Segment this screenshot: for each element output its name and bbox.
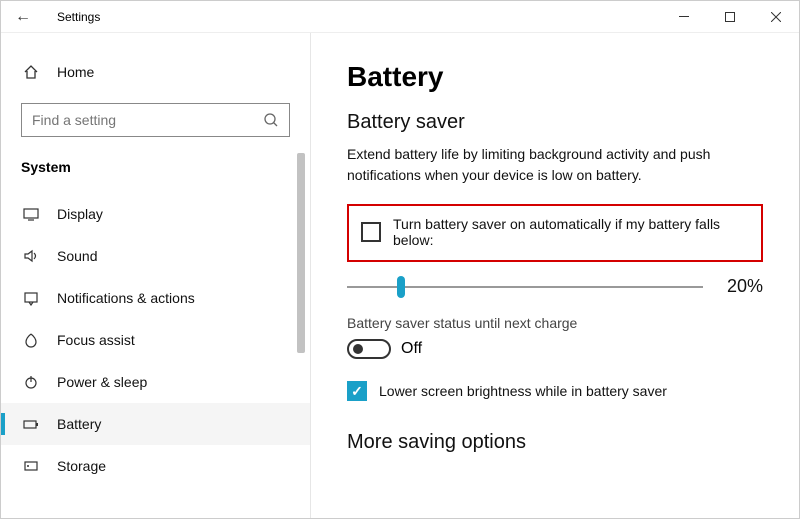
search-icon	[263, 112, 279, 128]
sidebar-item-power-sleep[interactable]: Power & sleep	[1, 361, 310, 403]
section-title: Battery saver	[347, 111, 763, 134]
brightness-label: Lower screen brightness while in battery…	[379, 383, 667, 399]
display-icon	[21, 206, 41, 222]
status-toggle[interactable]	[347, 339, 391, 359]
window-buttons	[661, 1, 799, 33]
sidebar-item-battery[interactable]: Battery	[1, 403, 310, 445]
sidebar-item-label: Battery	[57, 416, 101, 432]
maximize-button[interactable]	[707, 1, 753, 33]
brightness-checkbox[interactable]: ✓	[347, 381, 367, 401]
brightness-option: ✓ Lower screen brightness while in batte…	[347, 381, 763, 401]
sidebar-item-focus-assist[interactable]: Focus assist	[1, 319, 310, 361]
sidebar-item-notifications[interactable]: Notifications & actions	[1, 277, 310, 319]
threshold-slider-row: 20%	[347, 276, 763, 297]
battery-icon	[21, 416, 41, 432]
status-toggle-row: Off	[347, 339, 763, 359]
toggle-label: Off	[401, 340, 422, 358]
threshold-slider[interactable]	[347, 277, 703, 297]
sidebar-item-sound[interactable]: Sound	[1, 235, 310, 277]
sidebar-item-label: Notifications & actions	[57, 290, 195, 306]
auto-saver-option: Turn battery saver on automatically if m…	[347, 204, 763, 262]
main-panel: Battery Battery saver Extend battery lif…	[311, 33, 799, 518]
sidebar-item-label: Display	[57, 206, 103, 222]
sidebar: Home System Display Sound Notifications …	[1, 33, 311, 518]
sidebar-item-label: Storage	[57, 458, 106, 474]
close-button[interactable]	[753, 1, 799, 33]
sidebar-home[interactable]: Home	[1, 51, 310, 93]
home-icon	[21, 64, 41, 80]
app-title: Settings	[57, 10, 100, 24]
sidebar-item-label: Sound	[57, 248, 97, 264]
sidebar-home-label: Home	[57, 64, 94, 80]
sidebar-item-storage[interactable]: Storage	[1, 445, 310, 487]
sidebar-item-display[interactable]: Display	[1, 193, 310, 235]
sidebar-item-label: Focus assist	[57, 332, 135, 348]
focus-assist-icon	[21, 332, 41, 348]
sidebar-section-label: System	[1, 153, 310, 193]
sidebar-item-label: Power & sleep	[57, 374, 147, 390]
power-icon	[21, 374, 41, 390]
titlebar: ← Settings	[1, 1, 799, 33]
back-button[interactable]: ←	[15, 5, 39, 29]
more-options-heading: More saving options	[347, 431, 763, 454]
sidebar-scrollbar[interactable]	[294, 33, 308, 518]
storage-icon	[21, 458, 41, 474]
section-description: Extend battery life by limiting backgrou…	[347, 144, 763, 186]
minimize-button[interactable]	[661, 1, 707, 33]
search-field[interactable]	[32, 112, 263, 128]
toggle-knob	[353, 344, 363, 354]
threshold-value: 20%	[719, 276, 763, 297]
sound-icon	[21, 248, 41, 264]
slider-thumb[interactable]	[397, 276, 405, 298]
status-label: Battery saver status until next charge	[347, 315, 763, 331]
search-input[interactable]	[21, 103, 290, 137]
page-title: Battery	[347, 61, 763, 93]
content: Home System Display Sound Notifications …	[1, 33, 799, 518]
auto-saver-checkbox[interactable]	[361, 222, 381, 242]
scrollbar-thumb[interactable]	[297, 153, 305, 353]
active-indicator	[1, 413, 5, 435]
notifications-icon	[21, 290, 41, 306]
auto-saver-label: Turn battery saver on automatically if m…	[393, 216, 749, 248]
